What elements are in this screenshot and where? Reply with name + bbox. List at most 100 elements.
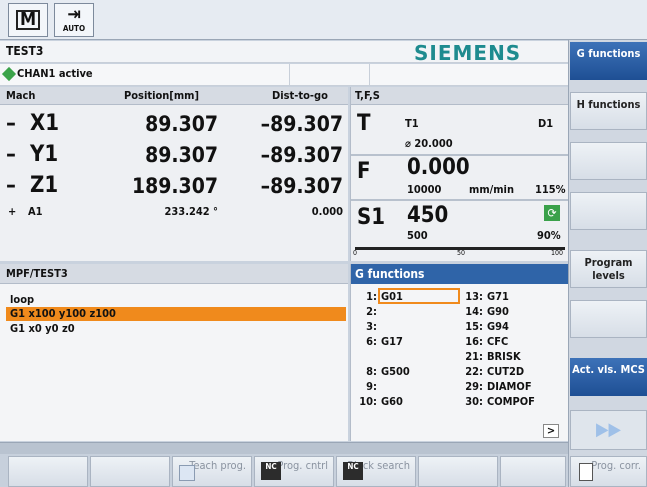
next-page-arrows-icon[interactable]: ▶▶ xyxy=(570,410,647,450)
channel-status-cell: CHAN1 active xyxy=(0,64,290,86)
bar-tick: 50 xyxy=(457,249,466,257)
machine-mode-label: M xyxy=(15,10,41,30)
axis-sign: – xyxy=(6,173,16,198)
program-line-current[interactable]: G1 x100 y100 z100 xyxy=(6,307,346,321)
g-left-column: 1: G01 2: 3: 6: G17 8: G500 9: 10: G60 xyxy=(351,288,461,410)
g-row: 29: DIAMOF xyxy=(461,380,569,395)
feed-override: 115% xyxy=(535,183,566,196)
col-position: Position[mm] xyxy=(124,89,199,102)
g-value-selected[interactable]: G01 xyxy=(378,288,460,304)
g-value: G71 xyxy=(487,290,509,303)
prog-corr-label: Prog. corr. xyxy=(591,459,641,472)
spindle-programmed: 500 xyxy=(407,229,428,242)
divider xyxy=(351,199,569,201)
edit-document-icon xyxy=(579,463,593,481)
prog-corr-softkey[interactable]: Prog. corr. xyxy=(570,456,647,487)
g-value: G17 xyxy=(381,335,403,348)
empty-softkey[interactable] xyxy=(90,456,170,487)
tfs-title: T,F,S xyxy=(355,89,380,102)
channel-active-icon xyxy=(1,66,17,82)
bar-tick: 100 xyxy=(551,249,564,257)
teach-prog-softkey[interactable]: Teach prog. xyxy=(172,456,252,487)
axis-name: X1 xyxy=(30,111,60,136)
axis-sign: + xyxy=(8,205,17,218)
block-search-softkey[interactable]: NC Block search xyxy=(336,456,416,487)
g-group-num: 16: xyxy=(465,335,483,348)
g-right-column: 13: G71 14: G90 15: G94 16: CFC 21: BRISK 22:… xyxy=(461,290,569,410)
g-group-num: 2: xyxy=(366,305,377,318)
prog-cntrl-label: Prog. cntrl xyxy=(277,459,328,472)
empty-softkey[interactable] xyxy=(500,456,566,487)
g-group-num: 15: xyxy=(465,320,483,333)
g-group-num: 8: xyxy=(366,365,377,378)
axis-row-z1: – Z1 189.307 –89.307 xyxy=(0,173,348,203)
g-group-num: 10: xyxy=(359,395,377,408)
g-value: G500 xyxy=(381,365,410,378)
axis-row-x1: – X1 89.307 –89.307 xyxy=(0,111,348,141)
g-group-num: 13: xyxy=(465,290,483,303)
channel-status-row: CHAN1 active xyxy=(0,64,568,86)
g-row: 2: xyxy=(351,305,461,320)
g-value: DIAMOF xyxy=(487,380,532,393)
feed-programmed: 10000 xyxy=(407,183,442,196)
axis-position: 189.307 xyxy=(131,174,218,198)
g-row: 9: xyxy=(351,380,461,395)
g-value: G94 xyxy=(487,320,509,333)
position-header: Mach Position[mm] Dist-to-go xyxy=(0,87,348,105)
empty-softkey[interactable] xyxy=(570,192,647,230)
axis-name: A1 xyxy=(28,205,43,218)
g-row: 8: G500 xyxy=(351,365,461,380)
empty-softkey[interactable] xyxy=(8,456,88,487)
status-strip xyxy=(0,442,568,454)
g-row: 21: BRISK xyxy=(461,350,569,365)
g-group-num: 3: xyxy=(366,320,377,333)
g-functions-next-button[interactable]: > xyxy=(543,424,559,438)
g-value: G90 xyxy=(487,305,509,318)
top-toolbar: M ⇥ AUTO xyxy=(0,0,647,40)
spindle-override: 90% xyxy=(537,229,561,242)
g-row: 30: COMPOF xyxy=(461,395,569,410)
axis-sign: – xyxy=(6,111,16,136)
program-line[interactable]: loop xyxy=(10,293,34,306)
prog-cntrl-softkey[interactable]: NC Prog. cntrl xyxy=(254,456,334,487)
g-value: G60 xyxy=(381,395,403,408)
spindle-rotation-icon: ⟳ xyxy=(544,205,560,221)
empty-softkey[interactable] xyxy=(570,142,647,180)
axis-row-a1: + A1 233.242 ° 0.000 xyxy=(0,205,348,221)
tfs-header: T,F,S xyxy=(351,87,569,105)
program-levels-softkey[interactable]: Program levels xyxy=(570,250,647,288)
g-row: 15: G94 xyxy=(461,320,569,335)
axis-dist: 0.000 xyxy=(311,205,343,218)
machine-mode-button[interactable]: M xyxy=(8,3,48,37)
program-panel: MPF/TEST3 loop G1 x100 y100 z100 G1 x0 y… xyxy=(0,264,348,441)
spindle-label: S1 xyxy=(357,205,386,230)
program-panel-header: MPF/TEST3 xyxy=(0,264,348,284)
g-functions-panel: G functions 1: G01 2: 3: 6: G17 8: G500 9: … xyxy=(350,264,569,441)
axis-position: 89.307 xyxy=(145,143,218,167)
g-row xyxy=(351,350,461,365)
auto-mode-button[interactable]: ⇥ AUTO xyxy=(54,3,94,37)
empty-softkey[interactable] xyxy=(418,456,498,487)
channel-info-cell xyxy=(290,64,370,86)
g-group-num: 1: xyxy=(366,290,377,303)
program-header: TEST3 SIEMENS xyxy=(0,41,568,65)
g-group-num: 30: xyxy=(465,395,483,408)
tool-diameter: ⌀ 20.000 xyxy=(405,137,453,150)
g-functions-title: G functions xyxy=(355,267,425,281)
g-row: 13: G71 xyxy=(461,290,569,305)
feed-unit: mm/min xyxy=(469,183,514,196)
siemens-logo: SIEMENS xyxy=(414,41,522,65)
empty-softkey[interactable] xyxy=(570,300,647,338)
g-group-num: 22: xyxy=(465,365,483,378)
feed-value: 0.000 xyxy=(407,155,470,180)
axis-position: 233.242 ° xyxy=(164,205,218,218)
program-line[interactable]: G1 x0 y0 z0 xyxy=(10,322,75,335)
axis-sign: – xyxy=(6,142,16,167)
g-value: CFC xyxy=(487,335,509,348)
g-functions-header: G functions xyxy=(351,264,569,284)
g-group-num: 6: xyxy=(366,335,377,348)
g-functions-softkey[interactable]: G functions xyxy=(570,42,647,80)
actual-values-mcs-softkey[interactable]: Act. vls. MCS xyxy=(570,358,647,396)
program-panel-title: MPF/TEST3 xyxy=(6,267,68,280)
h-functions-softkey[interactable]: H functions xyxy=(570,92,647,130)
